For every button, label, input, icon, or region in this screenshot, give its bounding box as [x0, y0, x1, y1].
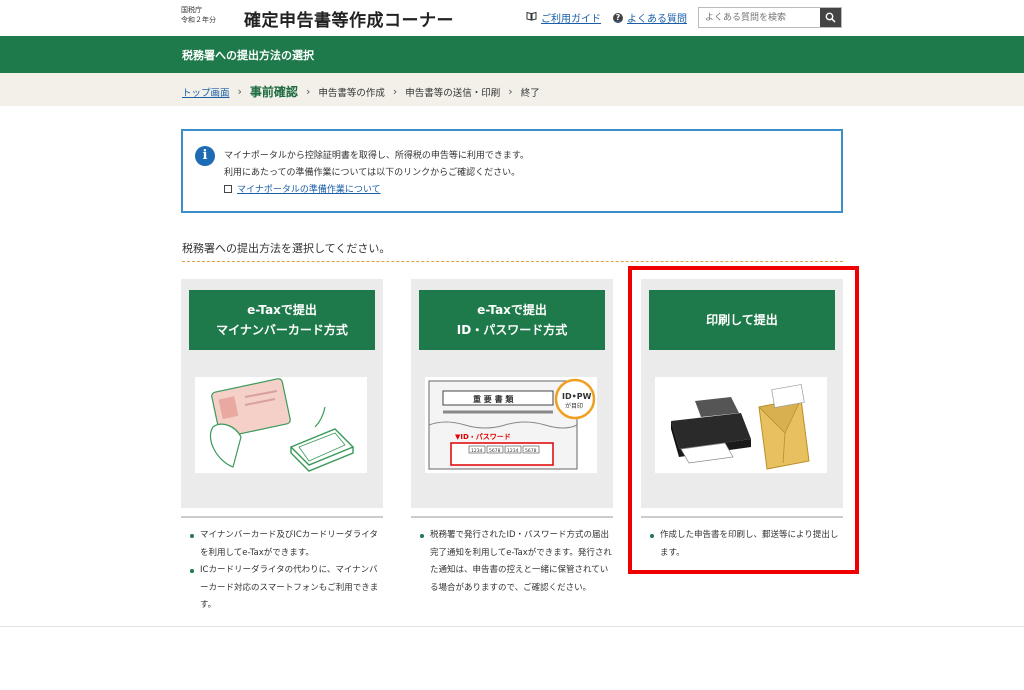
selection-prompt: 税務署への提出方法を選択してください。	[182, 242, 391, 255]
info-text: マイナポータルから控除証明書を取得し、所得税の申告等に利用できます。	[224, 151, 529, 161]
page-title-bar: 税務署への提出方法の選択	[0, 36, 1024, 73]
id-password-label: ▼ID・パスワード	[455, 432, 511, 441]
faq-icon: ?	[613, 12, 623, 23]
guide-link-label[interactable]: ご利用ガイド	[541, 10, 601, 25]
divider	[181, 516, 383, 518]
breadcrumb-step: 申告書等の作成	[318, 87, 385, 99]
list-item: マイナンバーカード及びICカードリーダライタを利用してe-Taxができます。	[188, 527, 384, 562]
etax-mynumber-description: マイナンバーカード及びICカードリーダライタを利用してe-Taxができます。 I…	[188, 527, 384, 615]
chevron-right-icon: ›	[305, 85, 311, 98]
book-icon	[526, 11, 537, 24]
id-number: 1234	[471, 448, 483, 454]
badge-text: ID•PW	[562, 392, 592, 401]
faq-link-label[interactable]: よくある質問	[627, 10, 687, 25]
id-number: 1234	[507, 448, 519, 454]
search-button[interactable]	[820, 8, 841, 27]
search-icon	[825, 12, 836, 23]
breadcrumb-step: 申告書等の送信・印刷	[405, 87, 501, 99]
breadcrumb: トップ画面 › 事前確認 › 申告書等の作成 › 申告書等の送信・印刷 › 終了	[0, 73, 1024, 106]
id-number: 5678	[525, 448, 537, 454]
breadcrumb-top[interactable]: トップ画面	[182, 85, 230, 99]
breadcrumb-step: 終了	[520, 87, 540, 99]
chevron-right-icon: ›	[508, 85, 513, 98]
card-title: ID・パスワード方式	[456, 323, 568, 337]
list-item: 税務署で発行されたID・パスワード方式の届出完了通知を利用してe-Taxができま…	[418, 527, 612, 597]
page-title: 税務署への提出方法の選択	[182, 49, 314, 62]
etax-id-password-option[interactable]: e-Taxで提出 ID・パスワード方式 重 要 書 類 ▼ID・パスワード 12…	[411, 279, 613, 508]
selection-highlight	[628, 266, 859, 574]
search-box	[698, 7, 842, 28]
badge-text: が目印	[565, 402, 583, 410]
breadcrumb-current: 事前確認	[249, 85, 298, 99]
etax-mynumber-card-button[interactable]: e-Taxで提出 マイナンバーカード方式	[189, 290, 375, 350]
agency-name: 国税庁	[181, 6, 202, 14]
divider	[182, 261, 843, 262]
doc-title: 重 要 書 類	[473, 394, 514, 404]
info-box: i マイナポータルから控除証明書を取得し、所得税の申告等に利用できます。 利用に…	[181, 129, 843, 213]
mynumber-card-reader-illustration	[195, 377, 367, 473]
site-header: 国税庁 令和２年分 確定申告書等作成コーナー ご利用ガイド ? よくある質問	[0, 0, 1024, 36]
info-text: 利用にあたっての準備作業については以下のリンクからご確認ください。	[224, 168, 521, 178]
etax-id-password-button[interactable]: e-Taxで提出 ID・パスワード方式	[419, 290, 605, 350]
search-input[interactable]	[699, 8, 820, 27]
divider	[0, 626, 1024, 627]
etax-mynumber-card-option[interactable]: e-Taxで提出 マイナンバーカード方式	[181, 279, 383, 508]
etax-id-password-description: 税務署で発行されたID・パスワード方式の届出完了通知を利用してe-Taxができま…	[418, 527, 612, 597]
faq-link[interactable]: ? よくある質問	[613, 10, 687, 25]
chevron-right-icon: ›	[237, 85, 242, 98]
mynaportal-prep-link[interactable]: マイナポータルの準備作業について	[224, 182, 381, 195]
divider	[411, 516, 613, 518]
guide-link[interactable]: ご利用ガイド	[526, 10, 601, 25]
tax-year: 令和２年分	[181, 16, 216, 24]
card-title: e-Taxで提出	[247, 303, 317, 317]
agency-label: 国税庁 令和２年分	[181, 5, 216, 25]
card-title: e-Taxで提出	[477, 303, 547, 317]
list-item: ICカードリーダライタの代わりに、マイナンバーカード対応のスマートフォンもご利用…	[188, 562, 384, 615]
info-icon: i	[195, 146, 215, 166]
chevron-right-icon: ›	[392, 85, 398, 98]
mynaportal-prep-link-label[interactable]: マイナポータルの準備作業について	[237, 182, 381, 195]
id-password-notice-illustration: 重 要 書 類 ▼ID・パスワード 1234 5678 1234 5678 ID…	[425, 377, 597, 473]
site-title[interactable]: 確定申告書等作成コーナー	[244, 6, 454, 31]
id-number: 5678	[489, 448, 501, 454]
document-icon	[224, 184, 232, 193]
card-title: マイナンバーカード方式	[216, 323, 348, 337]
